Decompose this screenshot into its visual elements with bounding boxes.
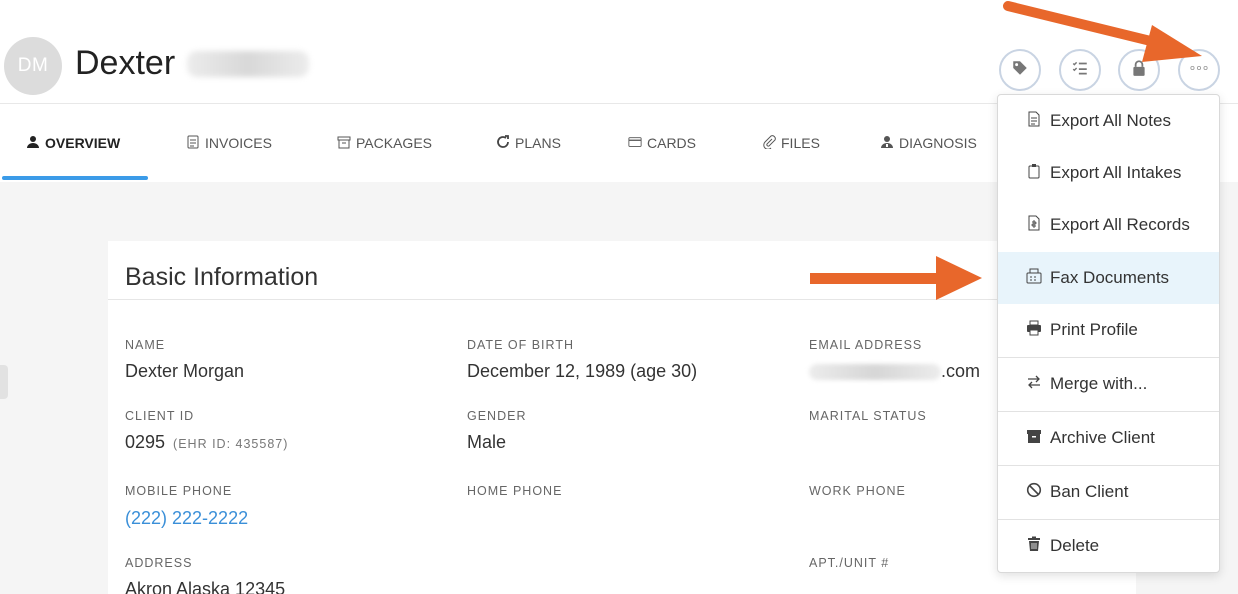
document-icon <box>1026 111 1042 132</box>
client-first-name: Dexter <box>75 44 176 82</box>
client-id-number: 0295 <box>125 432 166 452</box>
avatar: DM <box>4 37 62 95</box>
menu-export-all-records[interactable]: Export All Records <box>998 199 1219 251</box>
name-value: Dexter Morgan <box>125 361 245 381</box>
tab-packages[interactable]: PACKAGES <box>337 104 432 182</box>
tab-diagnosis-label: DIAGNOSIS <box>899 135 977 151</box>
address-value: Akron Alaska 12345 <box>125 579 286 594</box>
dob-value: December 12, 1989 (age 30) <box>467 361 698 381</box>
gender-label: GENDER <box>467 409 527 423</box>
menu-archive-client[interactable]: Archive Client <box>998 412 1219 464</box>
gender-value: Male <box>467 432 507 452</box>
clipboard-icon <box>1026 163 1042 184</box>
blurred-surname <box>187 50 310 77</box>
ban-icon <box>1026 482 1042 503</box>
menu-delete-label: Delete <box>1050 536 1100 555</box>
trash-icon <box>1026 536 1042 557</box>
marital-status-label: MARITAL STATUS <box>809 409 927 423</box>
doctor-icon <box>880 135 894 152</box>
menu-ban-client-label: Ban Client <box>1050 482 1129 501</box>
printer-icon <box>1026 320 1042 341</box>
menu-fax-documents-label: Fax Documents <box>1050 268 1170 287</box>
user-icon <box>26 135 40 152</box>
client-id-value: 0295 (EHR ID: 435587) <box>125 432 288 453</box>
client-id-label: CLIENT ID <box>125 409 195 423</box>
tab-cards-label: CARDS <box>647 135 697 151</box>
tab-diagnosis[interactable]: DIAGNOSIS <box>880 104 977 182</box>
menu-ban-client[interactable]: Ban Client <box>998 466 1219 518</box>
avatar-initials: DM <box>17 55 49 76</box>
swap-arrows-icon <box>1026 374 1042 395</box>
tab-files-label: FILES <box>781 135 820 151</box>
tab-packages-label: PACKAGES <box>356 135 432 151</box>
active-tab-indicator <box>2 176 148 180</box>
package-icon <box>337 135 351 152</box>
tab-overview-label: OVERVIEW <box>45 135 121 151</box>
tab-plans[interactable]: PLANS <box>496 104 561 182</box>
menu-export-all-records-label: Export All Records <box>1050 215 1190 234</box>
invoice-icon <box>186 135 200 152</box>
blurred-email <box>809 364 941 381</box>
tab-files[interactable]: FILES <box>762 104 820 182</box>
email-value: .com <box>809 361 980 382</box>
email-suffix: .com <box>941 361 981 381</box>
tab-overview[interactable]: OVERVIEW <box>26 104 120 182</box>
archive-icon <box>1026 428 1042 449</box>
menu-print-profile-label: Print Profile <box>1050 320 1138 339</box>
menu-export-all-intakes-label: Export All Intakes <box>1050 163 1182 182</box>
client-name: Dexter <box>75 44 310 83</box>
annotation-arrow-fax <box>810 256 982 300</box>
apt-unit-label: APT./UNIT # <box>809 556 890 570</box>
refresh-icon <box>496 134 510 152</box>
menu-fax-documents[interactable]: Fax Documents <box>998 252 1219 304</box>
menu-delete[interactable]: Delete <box>998 520 1219 572</box>
mobile-phone-link[interactable]: (222) 222-2222 <box>125 508 248 529</box>
tab-plans-label: PLANS <box>515 135 561 151</box>
fax-icon <box>1026 268 1042 289</box>
side-panel-handle[interactable] <box>0 365 8 399</box>
tab-cards[interactable]: CARDS <box>628 104 696 182</box>
menu-archive-client-label: Archive Client <box>1050 428 1155 447</box>
annotation-arrow-top <box>1003 1 1202 62</box>
card-icon <box>628 135 642 152</box>
file-dollar-icon <box>1026 215 1042 236</box>
card-title: Basic Information <box>125 263 319 291</box>
more-options-menu: Export All Notes Export All Intakes Expo… <box>997 94 1220 573</box>
work-phone-label: WORK PHONE <box>809 484 906 498</box>
tab-invoices[interactable]: INVOICES <box>186 104 272 182</box>
name-label: NAME <box>125 338 166 352</box>
tab-invoices-label: INVOICES <box>205 135 272 151</box>
email-label: EMAIL ADDRESS <box>809 338 923 352</box>
menu-export-all-notes-label: Export All Notes <box>1050 111 1171 130</box>
ehr-id: (EHR ID: 435587) <box>173 437 289 451</box>
address-label: ADDRESS <box>125 556 193 570</box>
paperclip-icon <box>762 134 776 152</box>
mobile-phone-label: MOBILE PHONE <box>125 484 233 498</box>
menu-export-all-notes[interactable]: Export All Notes <box>998 95 1219 147</box>
menu-print-profile[interactable]: Print Profile <box>998 304 1219 356</box>
menu-merge-with-label: Merge with... <box>1050 374 1148 393</box>
menu-merge-with[interactable]: Merge with... <box>998 358 1219 410</box>
home-phone-label: HOME PHONE <box>467 484 563 498</box>
menu-export-all-intakes[interactable]: Export All Intakes <box>998 147 1219 199</box>
dob-label: DATE OF BIRTH <box>467 338 574 352</box>
